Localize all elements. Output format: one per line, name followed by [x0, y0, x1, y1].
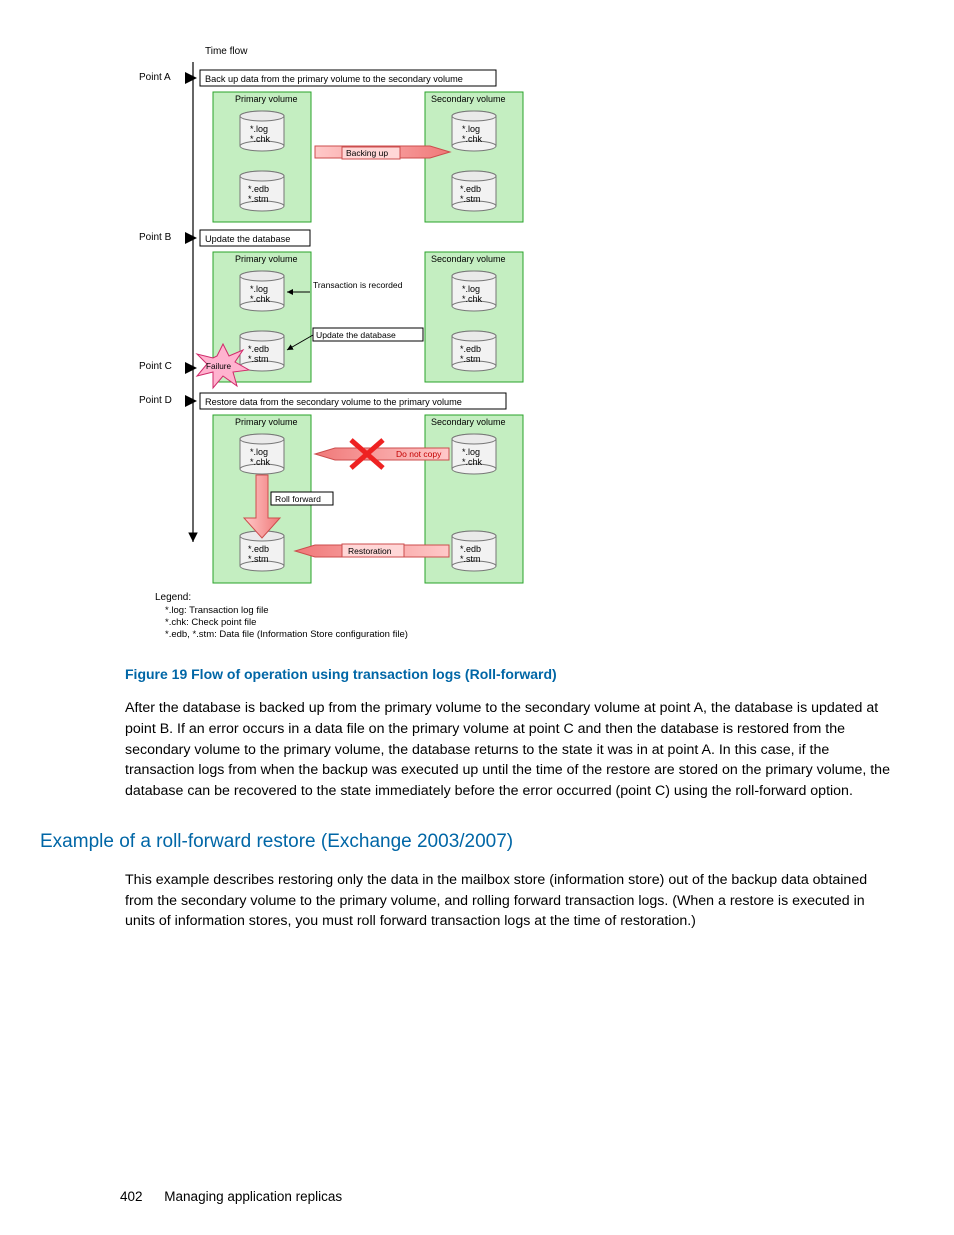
svg-text:Primary volume: Primary volume	[235, 94, 298, 104]
svg-text:*.edb: *.edb	[460, 344, 481, 354]
svg-text:*.chk: *.chk	[250, 134, 271, 144]
panel-a: Primary volume Secondary volume *.log *.…	[213, 92, 523, 222]
point-b-step: Update the database	[205, 234, 290, 244]
svg-text:Secondary volume: Secondary volume	[431, 94, 506, 104]
legend-title: Legend:	[155, 592, 191, 603]
body-paragraph-1: After the database is backed up from the…	[125, 698, 894, 801]
point-c-label: Point C	[139, 361, 172, 372]
svg-text:Secondary volume: Secondary volume	[431, 417, 506, 427]
svg-text:*.edb: *.edb	[460, 544, 481, 554]
chapter-title: Managing application replicas	[164, 1189, 342, 1204]
point-a-step: Back up data from the primary volume to …	[205, 74, 463, 84]
svg-text:Primary volume: Primary volume	[235, 417, 298, 427]
point-d-step: Restore data from the secondary volume t…	[205, 397, 462, 407]
svg-text:*.stm: *.stm	[460, 354, 481, 364]
svg-text:*.log: *.log	[250, 447, 268, 457]
point-d-label: Point D	[139, 395, 172, 406]
svg-text:*.chk: *.chk	[250, 457, 271, 467]
svg-text:Do not copy: Do not copy	[396, 449, 442, 459]
svg-text:*.chk: *.chk	[462, 457, 483, 467]
svg-text:*.log: *.log	[250, 124, 268, 134]
legend-chk: *.chk: Check point file	[165, 617, 256, 628]
svg-text:*.log: *.log	[462, 284, 480, 294]
svg-text:*.chk: *.chk	[462, 134, 483, 144]
legend-edb: *.edb, *.stm: Data file (Information Sto…	[165, 629, 408, 640]
backing-up-label: Backing up	[346, 148, 388, 158]
svg-text:*.edb: *.edb	[248, 544, 269, 554]
svg-text:*.stm: *.stm	[460, 194, 481, 204]
body-paragraph-2: This example describes restoring only th…	[125, 870, 894, 932]
svg-text:*.edb: *.edb	[248, 184, 269, 194]
svg-text:*.chk: *.chk	[250, 294, 271, 304]
restoration: Restoration	[295, 544, 449, 557]
svg-text:Secondary volume: Secondary volume	[431, 254, 506, 264]
legend-log: *.log: Transaction log file	[165, 605, 269, 616]
svg-text:*.chk: *.chk	[462, 294, 483, 304]
svg-text:Update the database: Update the database	[316, 330, 396, 340]
svg-text:Transaction is recorded: Transaction is recorded	[313, 280, 403, 290]
svg-text:*.stm: *.stm	[248, 554, 269, 564]
svg-text:*.stm: *.stm	[248, 354, 269, 364]
svg-text:Roll forward: Roll forward	[275, 494, 321, 504]
point-b-label: Point B	[139, 232, 172, 243]
diagram-region: Time flow Point A Back up data from the …	[135, 40, 894, 649]
svg-text:*.stm: *.stm	[460, 554, 481, 564]
figure-caption: Figure 19 Flow of operation using transa…	[125, 665, 894, 685]
svg-text:*.log: *.log	[462, 447, 480, 457]
page-footer: 402 Managing application replicas	[120, 1188, 342, 1207]
panel-d: Primary volume Secondary volume *.log *.…	[213, 415, 523, 583]
time-flow-label: Time flow	[205, 46, 248, 57]
flow-diagram: Time flow Point A Back up data from the …	[135, 40, 665, 643]
svg-text:*.edb: *.edb	[460, 184, 481, 194]
svg-text:Primary volume: Primary volume	[235, 254, 298, 264]
point-a-label: Point A	[139, 72, 171, 83]
page-number: 402	[120, 1188, 143, 1207]
svg-text:Restoration: Restoration	[348, 546, 392, 556]
section-heading: Example of a roll-forward restore (Excha…	[40, 829, 894, 856]
svg-text:*.log: *.log	[250, 284, 268, 294]
svg-text:*.stm: *.stm	[248, 194, 269, 204]
svg-text:Failure: Failure	[206, 362, 231, 371]
svg-text:*.edb: *.edb	[248, 344, 269, 354]
panel-b: Primary volume Secondary volume *.log *.…	[213, 252, 523, 382]
svg-text:*.log: *.log	[462, 124, 480, 134]
